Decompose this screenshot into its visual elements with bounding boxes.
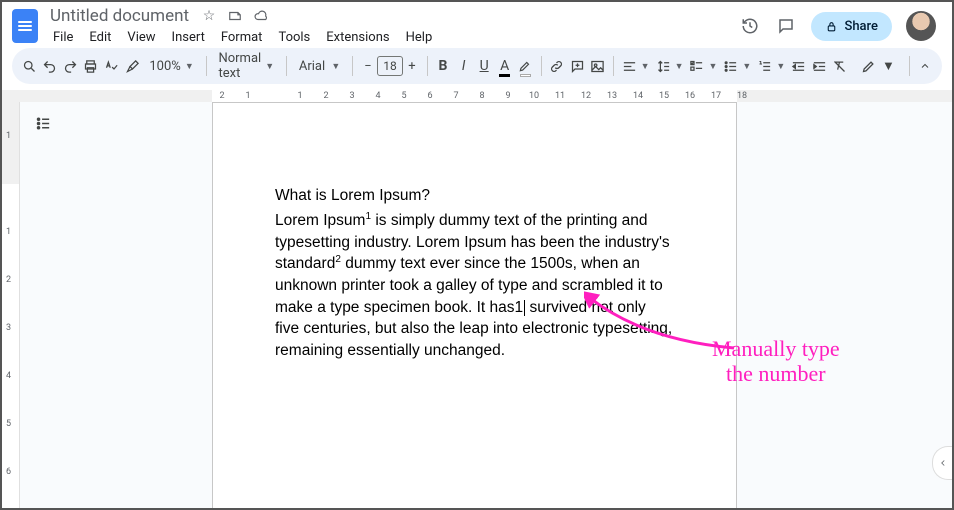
history-icon[interactable] <box>739 15 761 37</box>
clear-formatting-icon[interactable] <box>830 53 849 79</box>
undo-icon[interactable] <box>41 53 60 79</box>
title-middle: Untitled document ☆ File Edit View Inser… <box>46 5 731 48</box>
side-panel-expand-icon[interactable] <box>932 446 952 480</box>
chevron-down-icon: ▼ <box>185 61 194 72</box>
search-icon[interactable] <box>20 53 39 79</box>
editing-mode-select[interactable]: ▼ <box>853 58 903 74</box>
bold-button[interactable]: B <box>434 53 453 79</box>
align-select[interactable]: ▼ <box>620 53 652 79</box>
numbered-list-select[interactable]: ▼ <box>755 53 787 79</box>
chevron-down-icon: ▼ <box>675 61 684 72</box>
chevron-down-icon: ▼ <box>776 61 785 72</box>
chevron-down-icon: ▼ <box>331 61 340 72</box>
cloud-status-icon[interactable] <box>253 8 269 24</box>
highlight-color-button[interactable] <box>516 53 535 79</box>
docs-logo-icon[interactable] <box>12 9 38 43</box>
insert-image-icon[interactable] <box>588 53 607 79</box>
menu-view[interactable]: View <box>120 27 162 48</box>
header-right: Share <box>739 11 942 41</box>
decrease-indent-icon[interactable] <box>789 53 808 79</box>
document-title[interactable]: Untitled document <box>46 5 193 27</box>
font-size-value[interactable]: 18 <box>377 56 403 76</box>
underline-button[interactable]: U <box>475 53 494 79</box>
share-label: Share <box>844 19 878 34</box>
chevron-down-icon: ▼ <box>882 58 895 74</box>
bulleted-list-select[interactable]: ▼ <box>721 53 753 79</box>
share-button[interactable]: Share <box>811 12 892 41</box>
checklist-select[interactable]: ▼ <box>687 53 719 79</box>
chevron-down-icon: ▼ <box>641 61 650 72</box>
star-icon[interactable]: ☆ <box>201 8 217 24</box>
workspace: 123456781 What is Lorem Ipsum? Lorem Ips… <box>2 102 952 508</box>
chevron-down-icon: ▼ <box>265 61 274 72</box>
italic-button[interactable]: I <box>454 53 473 79</box>
redo-icon[interactable] <box>61 53 80 79</box>
ruler-vertical[interactable]: 123456781 <box>2 102 20 508</box>
font-value: Arial <box>299 59 325 74</box>
menu-insert[interactable]: Insert <box>165 27 212 48</box>
toolbar: 100% ▼ Normal text ▼ Arial ▼ − 18 + B I U A… <box>12 48 942 84</box>
font-size-stepper: − 18 + <box>359 55 421 77</box>
menu-help[interactable]: Help <box>399 27 440 48</box>
insert-link-icon[interactable] <box>547 53 566 79</box>
zoom-select[interactable]: 100% ▼ <box>143 53 199 79</box>
font-size-increase[interactable]: + <box>403 55 421 77</box>
style-value: Normal text <box>218 51 261 81</box>
line-spacing-select[interactable]: ▼ <box>654 53 686 79</box>
comments-icon[interactable] <box>775 15 797 37</box>
text-span: Lorem Ipsum <box>275 212 365 229</box>
account-avatar[interactable] <box>906 11 936 41</box>
document-page[interactable]: What is Lorem Ipsum? Lorem Ipsum1 is sim… <box>212 102 737 508</box>
document-body[interactable]: What is Lorem Ipsum? Lorem Ipsum1 is sim… <box>275 185 674 362</box>
menu-format[interactable]: Format <box>214 27 270 48</box>
zoom-value: 100% <box>149 59 180 74</box>
text-color-button[interactable]: A <box>495 53 514 79</box>
menu-tools[interactable]: Tools <box>271 27 317 48</box>
titlebar: Untitled document ☆ File Edit View Inser… <box>2 2 952 44</box>
collapse-toolbar-icon[interactable] <box>916 53 935 79</box>
move-icon[interactable] <box>227 8 243 24</box>
menu-extensions[interactable]: Extensions <box>319 27 396 48</box>
chevron-down-icon: ▼ <box>708 61 717 72</box>
chevron-down-icon: ▼ <box>742 61 751 72</box>
doc-paragraph[interactable]: Lorem Ipsum1 is simply dummy text of the… <box>275 210 674 362</box>
increase-indent-icon[interactable] <box>810 53 829 79</box>
paragraph-style-select[interactable]: Normal text ▼ <box>212 53 280 79</box>
paint-format-icon[interactable] <box>123 53 142 79</box>
outline-toggle-icon[interactable] <box>30 110 56 136</box>
menubar: File Edit View Insert Format Tools Exten… <box>46 27 731 48</box>
font-size-decrease[interactable]: − <box>359 55 377 77</box>
typed-number: 1 <box>515 299 524 316</box>
spellcheck-icon[interactable] <box>102 53 121 79</box>
doc-heading[interactable]: What is Lorem Ipsum? <box>275 185 674 207</box>
menu-file[interactable]: File <box>46 27 80 48</box>
lock-icon <box>825 20 838 33</box>
print-icon[interactable] <box>82 53 101 79</box>
add-comment-icon[interactable] <box>568 53 587 79</box>
font-select[interactable]: Arial ▼ <box>293 53 346 79</box>
menu-edit[interactable]: Edit <box>82 27 118 48</box>
